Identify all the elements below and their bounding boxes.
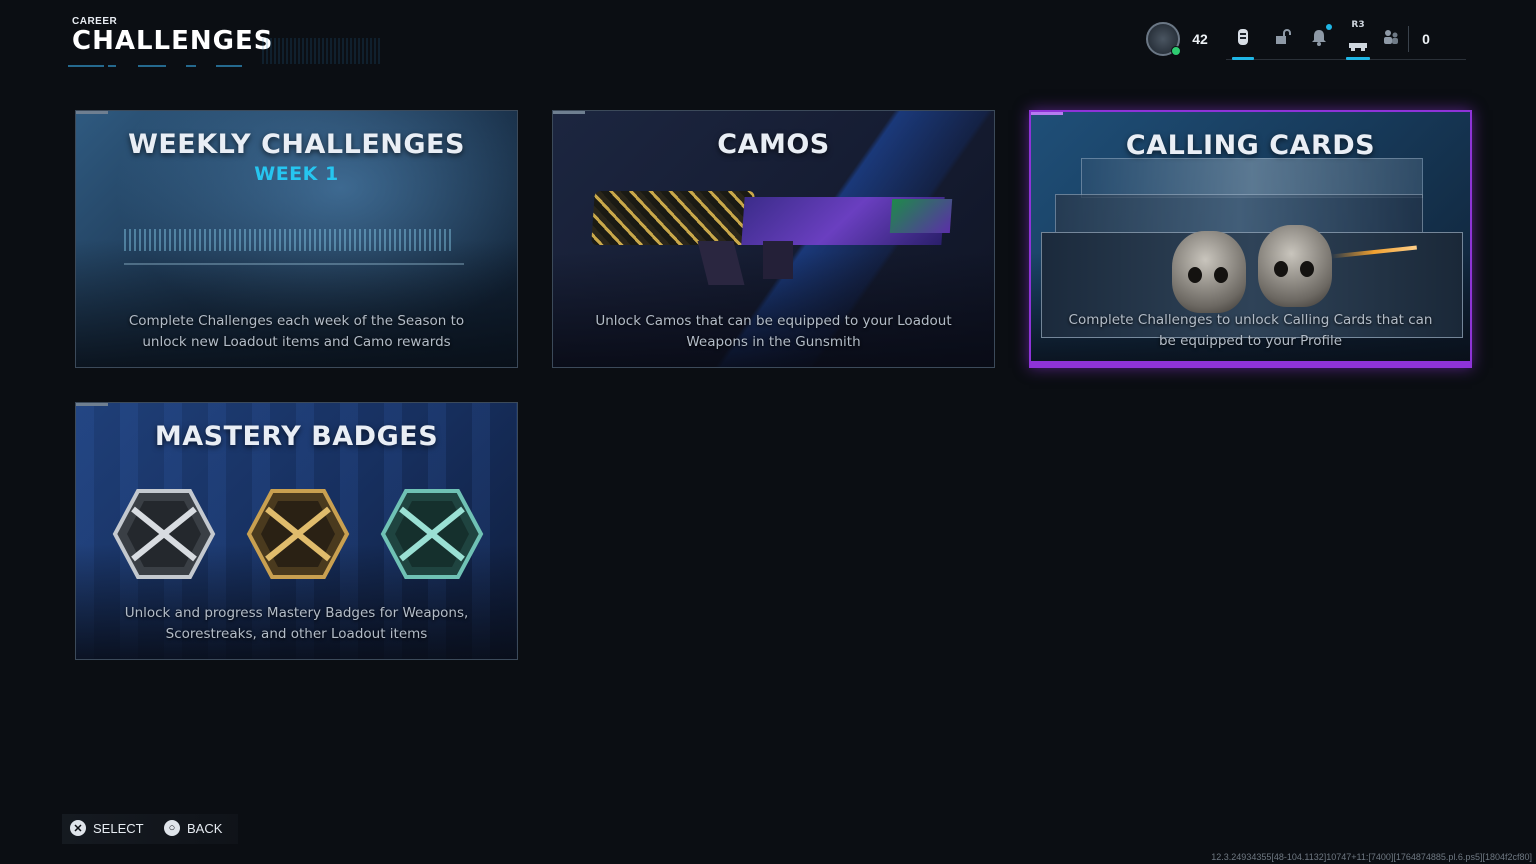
status-bar: 42 R3 0 <box>1140 18 1466 62</box>
camos-card[interactable]: CAMOS Unlock Camos that can be equipped … <box>552 110 995 368</box>
card-description: Unlock and progress Mastery Badges for W… <box>124 605 469 642</box>
notifications-tab[interactable] <box>1304 22 1334 56</box>
calling-card-art <box>1081 158 1423 198</box>
social-tab[interactable]: R3 <box>1342 20 1374 60</box>
silver-mastery-badge-icon <box>111 487 217 581</box>
online-status-dot <box>1171 46 1181 56</box>
cross-button-icon: ✕ <box>70 820 86 836</box>
back-prompt[interactable]: ○ BACK <box>164 820 222 836</box>
week-label: WEEK 1 <box>254 163 339 185</box>
circle-button-icon: ○ <box>164 820 180 836</box>
select-label: SELECT <box>93 820 144 836</box>
currency-tab[interactable] <box>1228 22 1258 60</box>
calling-cards-card[interactable]: CALLING CARDS Complete Challenges to unl… <box>1029 110 1472 368</box>
notification-icon <box>1311 28 1327 50</box>
card-title: CALLING CARDS <box>1125 130 1376 161</box>
skull-art <box>1258 225 1332 307</box>
r3-button-label: R3 <box>1351 20 1365 30</box>
mastery-badges-card[interactable]: MASTERY BADGES Unlock and progress Maste… <box>75 402 518 660</box>
player-emblem[interactable] <box>1146 22 1181 56</box>
build-info: 12.3.24934355[48-104.1132]10747+11:[7400… <box>1211 852 1532 862</box>
card-title: WEEKLY CHALLENGES <box>128 129 465 160</box>
button-prompts: ✕ SELECT ○ BACK <box>62 814 238 844</box>
friends-icon <box>1383 29 1399 49</box>
header-underline-decoration <box>68 60 313 72</box>
select-prompt[interactable]: ✕ SELECT <box>70 820 144 836</box>
friends-count: 0 <box>1422 31 1430 47</box>
card-corner-tick <box>76 111 108 114</box>
card-description: Unlock Camos that can be equipped to you… <box>595 313 952 350</box>
card-title: CAMOS <box>717 129 830 160</box>
page-header: CAREER CHALLENGES <box>68 14 382 74</box>
currency-icon <box>1237 28 1249 50</box>
card-description: Complete Challenges each week of the Sea… <box>128 313 465 350</box>
gold-mastery-badge-icon <box>245 487 351 581</box>
card-corner-tick <box>553 111 585 114</box>
card-corner-tick <box>1031 112 1063 115</box>
weekly-challenges-card[interactable]: WEEKLY CHALLENGES WEEK 1 Complete Challe… <box>75 110 518 368</box>
selection-indicator <box>1031 361 1470 366</box>
page-title: CHALLENGES <box>72 26 274 56</box>
prestige-icon <box>1146 22 1181 56</box>
player-level: 42 <box>1192 31 1208 47</box>
friends-tab[interactable] <box>1380 22 1402 56</box>
social-icon <box>1348 37 1368 56</box>
back-label: BACK <box>187 820 223 836</box>
card-description: Complete Challenges to unlock Calling Ca… <box>1068 312 1433 349</box>
card-art-bars <box>124 229 454 251</box>
notification-dot <box>1326 24 1332 30</box>
diamond-mastery-badge-icon <box>379 487 485 581</box>
store-tab[interactable] <box>1268 22 1298 56</box>
skull-art <box>1172 231 1246 313</box>
card-art-line <box>124 263 464 265</box>
store-icon <box>1274 29 1292 49</box>
card-title: MASTERY BADGES <box>154 421 439 452</box>
status-divider <box>1408 26 1409 52</box>
card-corner-tick <box>76 403 108 406</box>
